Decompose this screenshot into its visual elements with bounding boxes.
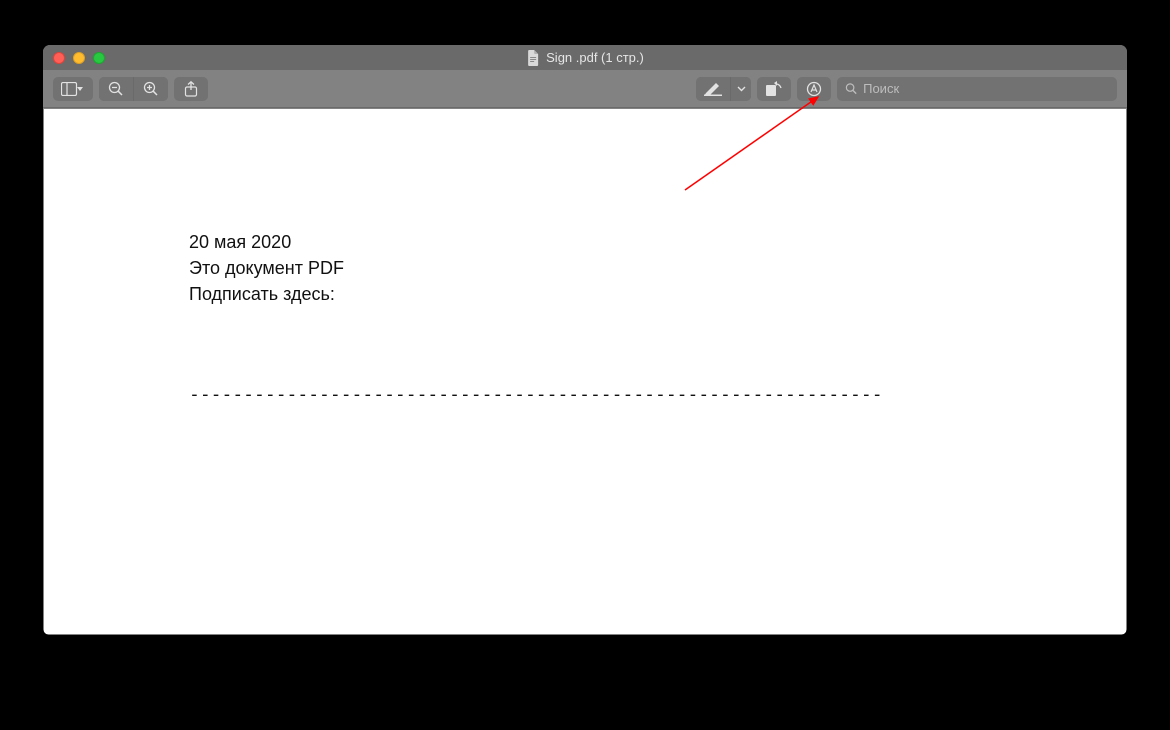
doc-separator: ----------------------------------------… [189,382,926,408]
maximize-window-button[interactable] [93,52,105,64]
sidebar-icon [61,82,85,96]
highlight-icon [704,82,722,96]
toolbar [43,70,1127,108]
titlebar: Sign .pdf (1 стр.) [43,45,1127,70]
share-button[interactable] [174,77,208,101]
app-window: Sign .pdf (1 стр.) [43,45,1127,635]
highlight-dropdown-button[interactable] [731,77,751,101]
rotate-button[interactable] [757,77,791,101]
doc-line-title: Это документ PDF [189,255,926,281]
document-icon [526,50,540,66]
doc-line-date: 20 мая 2020 [189,229,926,255]
highlight-group [696,77,751,101]
close-window-button[interactable] [53,52,65,64]
rotate-icon [765,81,783,97]
share-icon [184,81,198,97]
zoom-in-icon [143,81,159,97]
chevron-down-icon [737,86,746,92]
search-icon [845,82,857,95]
sidebar-toggle-button[interactable] [53,77,93,101]
highlight-button[interactable] [696,77,730,101]
window-title: Sign .pdf (1 стр.) [546,50,644,65]
zoom-out-icon [108,81,124,97]
document-page: 20 мая 2020 Это документ PDF Подписать з… [44,109,1126,634]
markup-button[interactable] [797,77,831,101]
markup-icon [806,81,822,97]
search-box[interactable] [837,77,1117,101]
zoom-in-button[interactable] [134,77,168,101]
minimize-window-button[interactable] [73,52,85,64]
doc-line-sign: Подписать здесь: [189,281,926,307]
window-title-group: Sign .pdf (1 стр.) [526,50,644,66]
window-controls [53,52,105,64]
zoom-group [99,77,168,101]
zoom-out-button[interactable] [99,77,133,101]
content-area: 20 мая 2020 Это документ PDF Подписать з… [43,108,1127,635]
search-input[interactable] [863,81,1109,96]
